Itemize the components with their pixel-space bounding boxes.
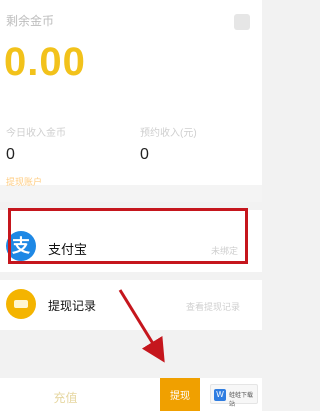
withdraw-button[interactable]: 提现 [160,378,200,411]
stat-label-expected: 预约收入(元) [140,128,197,139]
watermark-badge: W 蛙蛙下载站 [210,384,258,408]
stat-value-today: 0 [6,146,15,163]
watermark-logo-icon: W [214,389,226,401]
stat-value-expected: 0 [140,146,149,163]
recharge-button[interactable]: 充值 [0,384,131,411]
balance-amount: 0.00 [4,40,86,84]
section-title: 提现账户 [6,177,43,187]
alipay-label: 支付宝 [48,242,88,257]
alipay-row[interactable] [0,210,262,272]
balance-label: 剩余金币 [6,14,55,28]
withdraw-records-label: 提现记录 [48,299,97,313]
wallet-icon [6,289,36,319]
alipay-status: 未绑定 [210,246,238,256]
watermark-text: 蛙蛙下载站 [229,393,254,408]
alipay-icon: 支 [6,231,36,261]
withdraw-records-status: 查看提现记录 [185,302,240,312]
stat-label-today: 今日收入金币 [6,128,66,139]
settings-icon[interactable] [234,14,250,30]
